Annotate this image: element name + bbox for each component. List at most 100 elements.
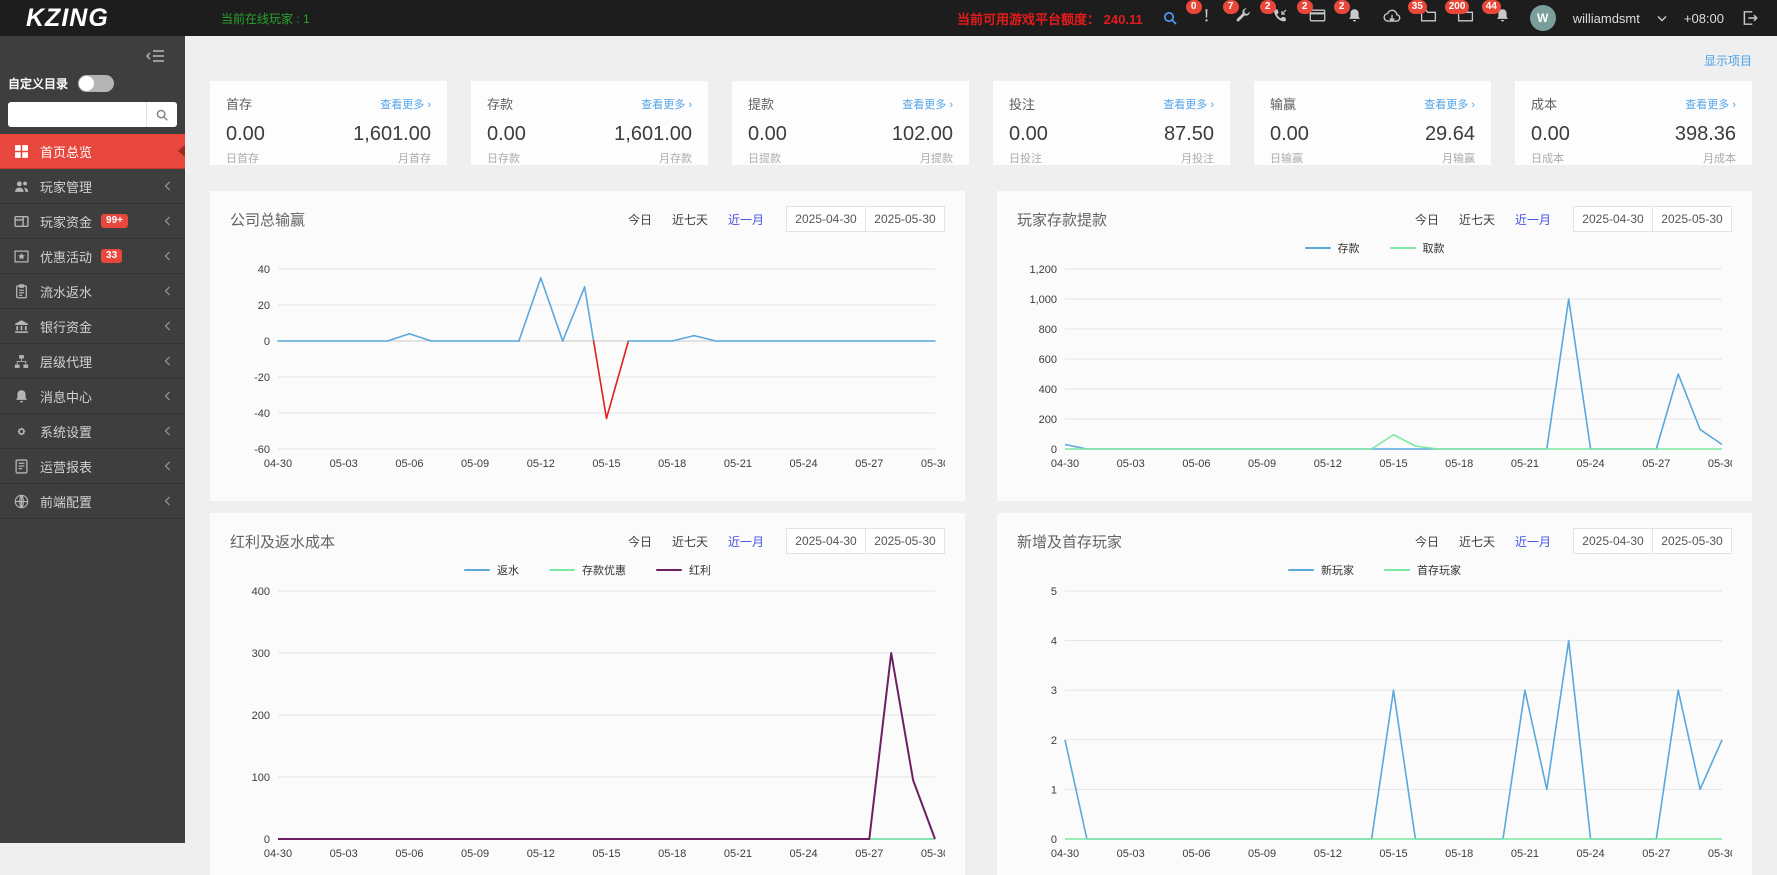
- date-from-input[interactable]: [1573, 528, 1653, 554]
- view-more-link[interactable]: 查看更多 ›: [1424, 96, 1475, 112]
- sidebar-item-gear[interactable]: 系统设置: [0, 414, 185, 449]
- chart-title: 红利及返水成本: [230, 533, 336, 551]
- view-more-link[interactable]: 查看更多 ›: [902, 96, 953, 112]
- date-from-input[interactable]: [1573, 206, 1653, 232]
- sidebar-item-globe[interactable]: 前端配置: [0, 484, 185, 519]
- legend-item[interactable]: 新玩家: [1288, 562, 1354, 578]
- svg-text:04-30: 04-30: [264, 458, 292, 470]
- stat-month-value: 1,601.00: [353, 123, 431, 145]
- sidebar-item-bell[interactable]: 消息中心: [0, 379, 185, 414]
- collapse-sidebar-button[interactable]: [0, 36, 185, 65]
- avatar[interactable]: W: [1529, 5, 1556, 31]
- date-from-input[interactable]: [786, 528, 866, 554]
- notification-badge: 200: [1444, 0, 1470, 14]
- svg-text:05-21: 05-21: [724, 458, 752, 470]
- view-more-link[interactable]: 查看更多 ›: [1685, 96, 1736, 112]
- sidebar-item-label: 玩家资金: [40, 214, 93, 230]
- view-more-link[interactable]: 查看更多 ›: [1163, 96, 1214, 112]
- stat-day-label: 日成本: [1531, 153, 1564, 165]
- date-from-input[interactable]: [786, 206, 866, 232]
- chart-panel-0: 公司总输赢 今日 近七天 近一月 40 20 0 -20 -40 -60 04-30 05-0…: [210, 191, 965, 501]
- filter-last7days[interactable]: 近七天: [672, 533, 708, 550]
- custom-menu-toggle[interactable]: [78, 75, 115, 92]
- svg-text:20: 20: [258, 300, 270, 312]
- sidebar-item-clipboard[interactable]: 流水返水: [0, 274, 185, 309]
- stat-card-title: 首存: [226, 97, 253, 112]
- svg-text:-20: -20: [254, 372, 270, 384]
- stat-month-value: 87.50: [1163, 123, 1214, 145]
- legend-label: 存款优惠: [582, 565, 626, 577]
- svg-text:05-09: 05-09: [461, 848, 489, 860]
- filter-today[interactable]: 今日: [628, 533, 652, 550]
- online-players-label: 当前在线玩家 : 1: [221, 11, 310, 26]
- svg-text:800: 800: [1039, 324, 1057, 336]
- filter-last-month[interactable]: 近一月: [1515, 211, 1551, 228]
- filter-last-month[interactable]: 近一月: [728, 211, 764, 228]
- date-to-input[interactable]: [865, 528, 945, 554]
- filter-today[interactable]: 今日: [1415, 533, 1439, 550]
- legend-swatch: [549, 568, 575, 572]
- svg-text:2: 2: [1051, 735, 1057, 747]
- app-root: KZING 当前在线玩家 : 1 当前可用游戏平台额度： 240.11 0 7 …: [0, 0, 1777, 875]
- svg-text:05-24: 05-24: [1577, 458, 1605, 470]
- bell-icon[interactable]: 2: [1333, 0, 1365, 28]
- sidebar-item-wallet[interactable]: 玩家资金 99+: [0, 204, 185, 239]
- folder-icon[interactable]: 35: [1407, 0, 1439, 28]
- sidebar-item-sitemap[interactable]: 层级代理: [0, 344, 185, 379]
- sidebar-item-bank[interactable]: 银行资金: [0, 309, 185, 344]
- show-items-link[interactable]: 显示项目: [210, 36, 1752, 81]
- chart-legend: 新玩家 首存玩家: [1017, 557, 1732, 583]
- chevron-left-icon: [164, 461, 171, 471]
- filter-last-month[interactable]: 近一月: [1515, 533, 1551, 550]
- sidebar-search-input[interactable]: [8, 102, 146, 127]
- bell-icon[interactable]: 44: [1481, 0, 1513, 28]
- cloud-icon[interactable]: [1382, 8, 1402, 28]
- sidebar-item-star[interactable]: 优惠活动 33: [0, 239, 185, 274]
- legend-item[interactable]: 取款: [1389, 240, 1445, 256]
- legend-item[interactable]: 返水: [464, 562, 519, 578]
- stat-card-2: 提款 查看更多 › 0.00 102.00 日提款 月提款: [732, 81, 969, 165]
- legend-item[interactable]: 首存玩家: [1384, 562, 1461, 578]
- view-more-link[interactable]: 查看更多 ›: [641, 96, 692, 112]
- svg-text:05-03: 05-03: [330, 458, 358, 470]
- filter-last7days[interactable]: 近七天: [1459, 211, 1495, 228]
- legend-item[interactable]: 存款: [1304, 240, 1360, 256]
- date-to-input[interactable]: [865, 206, 945, 232]
- legend-swatch: [1288, 568, 1314, 572]
- alert-icon[interactable]: 0: [1185, 0, 1217, 28]
- filter-last7days[interactable]: 近七天: [1459, 533, 1495, 550]
- sidebar-item-grid[interactable]: 首页总览: [0, 134, 185, 169]
- filter-today[interactable]: 今日: [628, 211, 652, 228]
- svg-text:05-09: 05-09: [1248, 458, 1276, 470]
- sidebar-search-button[interactable]: [146, 102, 177, 127]
- svg-text:05-15: 05-15: [592, 848, 620, 860]
- legend-item[interactable]: 红利: [656, 562, 711, 578]
- phone-icon[interactable]: 2: [1259, 0, 1291, 28]
- wrench-icon[interactable]: 7: [1222, 0, 1254, 28]
- date-to-input[interactable]: [1652, 206, 1732, 232]
- logout-icon[interactable]: [1741, 9, 1759, 27]
- filter-today[interactable]: 今日: [1415, 211, 1439, 228]
- legend-label: 取款: [1422, 243, 1445, 255]
- stat-card-3: 投注 查看更多 › 0.00 87.50 日投注 月投注: [993, 81, 1230, 165]
- filter-last7days[interactable]: 近七天: [672, 211, 708, 228]
- search-icon[interactable]: [1160, 8, 1180, 28]
- date-to-input[interactable]: [1652, 528, 1732, 554]
- stat-month-label: 月输赢: [1442, 153, 1475, 165]
- sidebar-item-users[interactable]: 玩家管理: [0, 169, 185, 204]
- view-more-link[interactable]: 查看更多 ›: [380, 96, 431, 112]
- chevron-left-icon: [164, 426, 171, 436]
- username[interactable]: williamdsmt: [1573, 11, 1640, 26]
- filter-last-month[interactable]: 近一月: [728, 533, 764, 550]
- chevron-down-icon[interactable]: [1657, 15, 1667, 22]
- timezone[interactable]: +08:00: [1684, 11, 1724, 26]
- card-icon[interactable]: 2: [1296, 0, 1328, 28]
- sidebar-item-report[interactable]: 运营报表: [0, 449, 185, 484]
- legend-item[interactable]: 存款优惠: [549, 562, 626, 578]
- svg-text:0: 0: [1051, 444, 1057, 456]
- svg-text:4: 4: [1051, 636, 1057, 648]
- svg-text:05-27: 05-27: [1642, 458, 1670, 470]
- chart-legend: 存款 取款: [1017, 235, 1732, 261]
- svg-text:-40: -40: [254, 408, 270, 420]
- folder-icon[interactable]: 200: [1444, 0, 1476, 28]
